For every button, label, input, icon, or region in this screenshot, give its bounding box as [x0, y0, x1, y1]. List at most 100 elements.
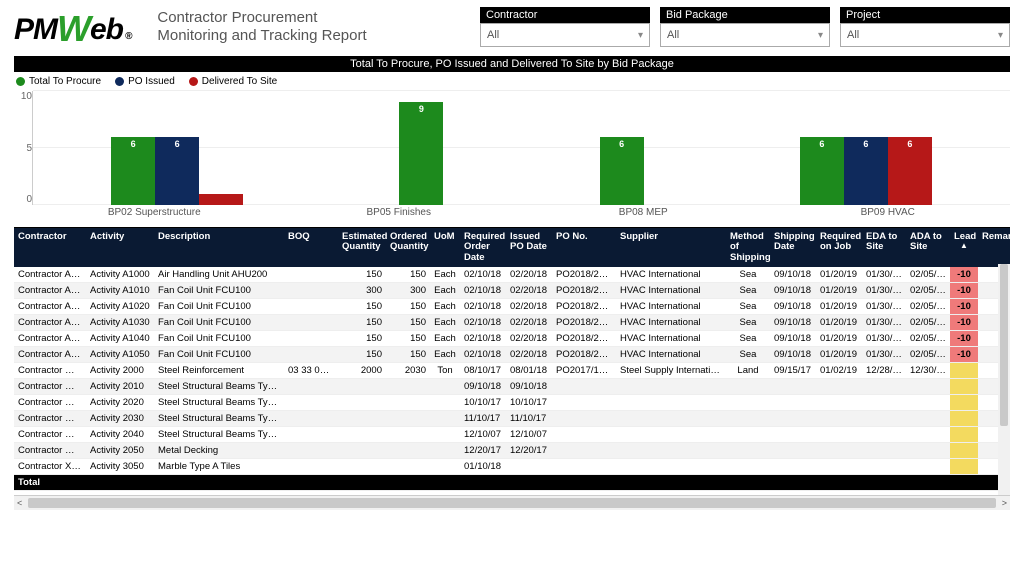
- column-header[interactable]: Activity: [86, 228, 154, 267]
- table-row[interactable]: Contractor MPOActivity 2030Steel Structu…: [14, 411, 1010, 427]
- cell-supplier: [616, 427, 726, 443]
- cell-pono: PO2018/2000: [552, 299, 616, 315]
- bar[interactable]: 6: [888, 137, 932, 205]
- column-header[interactable]: Issued PO Date: [506, 228, 552, 267]
- cell-eda: 01/30/19: [862, 347, 906, 363]
- cell-uom: Each: [430, 347, 460, 363]
- filter-select-contractor[interactable]: All ▾: [480, 23, 650, 47]
- column-header[interactable]: Supplier: [616, 228, 726, 267]
- table-row[interactable]: Contractor MPOActivity 2020Steel Structu…: [14, 395, 1010, 411]
- bar[interactable]: [199, 194, 243, 205]
- cell-uom: Ton: [430, 363, 460, 379]
- table-row[interactable]: Contractor MPOActivity 2050Metal Decking…: [14, 443, 1010, 459]
- column-header[interactable]: EDA to Site: [862, 228, 906, 267]
- column-header[interactable]: Shipping Date: [770, 228, 816, 267]
- scroll-thumb[interactable]: [1000, 264, 1008, 426]
- cell-estq: [338, 443, 386, 459]
- cell-uom: Each: [430, 331, 460, 347]
- cell-reqjob: 01/20/19: [816, 299, 862, 315]
- scroll-left-icon[interactable]: <: [14, 498, 25, 508]
- table-row[interactable]: Contractor MPOActivity 2010Steel Structu…: [14, 379, 1010, 395]
- legend-item[interactable]: PO Issued: [115, 76, 175, 87]
- cell-contractor: Contractor MPO: [14, 363, 86, 379]
- cell-reqjob: [816, 459, 862, 475]
- cell-pono: PO2018/2000: [552, 267, 616, 283]
- cell-boq: [284, 379, 338, 395]
- column-header[interactable]: Description: [154, 228, 284, 267]
- scroll-thumb[interactable]: [28, 498, 996, 508]
- cell-method: [726, 379, 770, 395]
- table-row[interactable]: Contractor ABCActivity A1040Fan Coil Uni…: [14, 331, 1010, 347]
- table-row[interactable]: Contractor ABCActivity A1050Fan Coil Uni…: [14, 347, 1010, 363]
- cell-desc: Steel Structural Beams Type A: [154, 379, 284, 395]
- table-row[interactable]: Contractor XYZActivity 3050Marble Type A…: [14, 459, 1010, 475]
- column-header[interactable]: Lead▲: [950, 228, 978, 267]
- cell-eda: [862, 395, 906, 411]
- cell-ordq: [386, 379, 430, 395]
- cell-contractor: Contractor ABC: [14, 315, 86, 331]
- cell-desc: Air Handling Unit AHU200: [154, 267, 284, 283]
- cell-ordq: [386, 411, 430, 427]
- table-row[interactable]: Contractor ABCActivity A1020Fan Coil Uni…: [14, 299, 1010, 315]
- title-line-1: Contractor Procurement: [157, 9, 366, 27]
- cell-ada: 02/05/19: [906, 347, 950, 363]
- column-header[interactable]: Required on Job: [816, 228, 862, 267]
- bar[interactable]: 6: [600, 137, 644, 205]
- cell-eda: 01/30/19: [862, 315, 906, 331]
- cell-ada: [906, 459, 950, 475]
- filter-select-project[interactable]: All ▾: [840, 23, 1010, 47]
- table-row[interactable]: Contractor MPOActivity 2040Steel Structu…: [14, 427, 1010, 443]
- table-row[interactable]: Contractor ABCActivity A1000Air Handling…: [14, 267, 1010, 283]
- bar[interactable]: 6: [111, 137, 155, 205]
- scroll-right-icon[interactable]: >: [999, 498, 1010, 508]
- cell-ada: [906, 395, 950, 411]
- cell-reqjob: [816, 395, 862, 411]
- cell-ship: [770, 459, 816, 475]
- filter-project: Project All ▾: [840, 7, 1010, 47]
- cell-ipod: 02/20/18: [506, 347, 552, 363]
- column-header[interactable]: Ordered Quantity: [386, 228, 430, 267]
- bar-group: 66: [111, 137, 243, 205]
- plot-column: 6696666 BP02 SuperstructureBP05 Finishes…: [32, 91, 1010, 221]
- column-header[interactable]: BOQ: [284, 228, 338, 267]
- column-header[interactable]: ADA to Site: [906, 228, 950, 267]
- cell-activity: Activity A1030: [86, 315, 154, 331]
- cell-ipod: 02/20/18: [506, 299, 552, 315]
- legend-item[interactable]: Delivered To Site: [189, 76, 277, 87]
- column-header[interactable]: PO No.: [552, 228, 616, 267]
- cell-ipod: 11/10/17: [506, 411, 552, 427]
- bar[interactable]: 6: [155, 137, 199, 205]
- cell-ipod: 02/20/18: [506, 331, 552, 347]
- horizontal-scrollbar[interactable]: < >: [14, 495, 1010, 510]
- column-header[interactable]: Estimated Quantity: [338, 228, 386, 267]
- cell-ordq: 150: [386, 315, 430, 331]
- vertical-scrollbar[interactable]: [998, 264, 1010, 496]
- column-header[interactable]: Method of Shipping: [726, 228, 770, 267]
- table-row[interactable]: Contractor ABCActivity A1010Fan Coil Uni…: [14, 283, 1010, 299]
- table-row[interactable]: Contractor ABCActivity A1030Fan Coil Uni…: [14, 315, 1010, 331]
- filter-value: All: [847, 29, 859, 41]
- cell-estq: [338, 459, 386, 475]
- cell-ordq: [386, 443, 430, 459]
- column-header[interactable]: UoM: [430, 228, 460, 267]
- table-row[interactable]: Contractor MPOActivity 2000Steel Reinfor…: [14, 363, 1010, 379]
- column-header[interactable]: Contractor: [14, 228, 86, 267]
- cell-ordq: [386, 427, 430, 443]
- column-header[interactable]: Required Order Date: [460, 228, 506, 267]
- bar[interactable]: 9: [399, 102, 443, 205]
- cell-desc: Fan Coil Unit FCU100: [154, 315, 284, 331]
- bar[interactable]: 6: [844, 137, 888, 205]
- logo-eb: eb: [90, 13, 123, 47]
- total-label: Total: [14, 475, 1010, 491]
- bar[interactable]: 6: [800, 137, 844, 205]
- cell-ship: [770, 443, 816, 459]
- filter-label: Project: [840, 7, 1010, 23]
- cell-desc: Fan Coil Unit FCU100: [154, 347, 284, 363]
- cell-reqjob: 01/20/19: [816, 315, 862, 331]
- column-header[interactable]: Remarks: [978, 228, 1010, 267]
- cell-desc: Steel Structural Beams Type D: [154, 427, 284, 443]
- cell-uom: Each: [430, 299, 460, 315]
- legend-item[interactable]: Total To Procure: [16, 76, 101, 87]
- filter-select-bid-package[interactable]: All ▾: [660, 23, 830, 47]
- cell-desc: Steel Structural Beams Type B: [154, 395, 284, 411]
